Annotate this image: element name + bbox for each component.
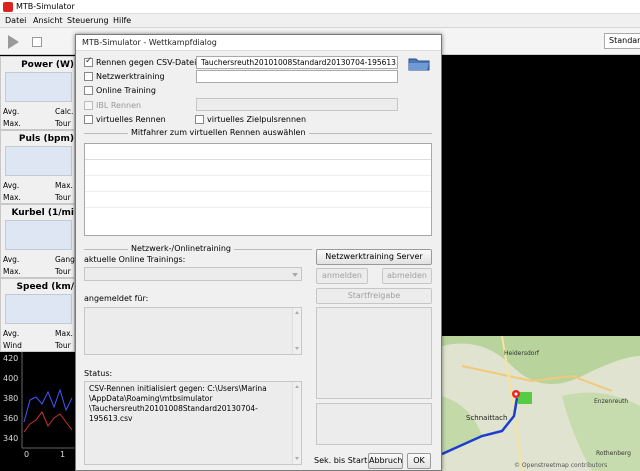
seconds-to-start-label: Sek. bis Start.. bbox=[314, 456, 373, 465]
app-icon bbox=[3, 2, 13, 12]
csv-race-label: Rennen gegen CSV-Datei bbox=[96, 58, 197, 67]
window-titlebar: MTB-Simulator bbox=[0, 0, 640, 14]
speed-label: Max. bbox=[55, 329, 73, 338]
crank-label: Max. bbox=[3, 267, 21, 276]
map-label: Schnaittach bbox=[466, 414, 508, 422]
power-title: Power (W) bbox=[21, 60, 74, 70]
opponents-list[interactable] bbox=[84, 143, 432, 236]
scrollbar[interactable] bbox=[292, 308, 301, 354]
power-label: Tour bbox=[55, 119, 71, 128]
status-line: CSV-Rennen initialisiert gegen: C:\Users… bbox=[89, 384, 267, 393]
ibl-race-label: IBL Rennen bbox=[96, 101, 142, 110]
live-graph: 420 400 380 360 340 0 1 bbox=[0, 352, 75, 471]
network-section-label: Netzwerk-/Onlinetraining bbox=[128, 244, 235, 253]
power-label: Max. bbox=[3, 119, 21, 128]
ok-button[interactable]: OK bbox=[407, 453, 431, 469]
opponents-section-label: Mitfahrer zum virtuellen Rennen auswähle… bbox=[128, 128, 309, 137]
pulse-label: Tour bbox=[55, 193, 71, 202]
speed-label: Avg. bbox=[3, 329, 20, 338]
ibl-race-checkbox[interactable] bbox=[84, 101, 93, 110]
pulse-value bbox=[5, 146, 72, 176]
folder-open-icon[interactable] bbox=[408, 56, 430, 71]
pulse-panel: Puls (bpm) Avg. Max. Max. Tour bbox=[0, 130, 75, 204]
chevron-down-icon bbox=[292, 273, 298, 277]
virtual-target-pulse-checkbox[interactable] bbox=[195, 115, 204, 124]
menu-ansicht[interactable]: Ansicht bbox=[33, 16, 63, 25]
crank-label: Avg. bbox=[3, 255, 20, 264]
crank-panel: Kurbel (1/mi Avg. Gang Max. Tour bbox=[0, 204, 75, 278]
status-label: Status: bbox=[84, 369, 113, 378]
status-line: \Tauchersreuth20101008Standard20130704-1… bbox=[89, 404, 258, 423]
map-label: Heidersdorf bbox=[504, 350, 540, 357]
registered-list[interactable] bbox=[84, 307, 302, 355]
menu-datei[interactable]: Datei bbox=[5, 16, 26, 25]
pulse-title: Puls (bpm) bbox=[18, 134, 74, 144]
profile-select[interactable]: Standard bbox=[604, 33, 640, 49]
map-attribution: © Openstreetmap contributors bbox=[514, 462, 608, 469]
csv-race-checkbox[interactable] bbox=[84, 56, 93, 67]
status-line: \AppData\Roaming\mtbsimulator bbox=[89, 394, 213, 403]
graph-lines bbox=[21, 352, 75, 449]
ibl-race-field[interactable] bbox=[196, 98, 398, 111]
stop-icon[interactable] bbox=[32, 37, 42, 47]
menu-steuerung[interactable]: Steuerung bbox=[67, 16, 109, 25]
start-info-panel bbox=[316, 307, 432, 399]
virtual-race-label: virtuelles Rennen bbox=[96, 115, 166, 124]
scrollbar[interactable] bbox=[292, 382, 301, 464]
map-label: Enzenreuth bbox=[594, 398, 629, 405]
speed-value bbox=[5, 294, 72, 324]
virtual-race-checkbox[interactable] bbox=[84, 115, 93, 124]
network-training-field[interactable] bbox=[196, 70, 398, 83]
start-release-button[interactable]: Startfreigabe bbox=[316, 288, 432, 304]
online-training-label: Online Training bbox=[96, 86, 156, 95]
speed-title: Speed (km/ bbox=[16, 282, 74, 292]
power-label: Avg. bbox=[3, 107, 20, 116]
unregister-button[interactable]: abmelden bbox=[382, 268, 432, 284]
csv-file-field[interactable]: Tauchersreuth20101008Standard20130704-19… bbox=[196, 56, 398, 69]
online-trainings-select[interactable] bbox=[84, 267, 302, 281]
crank-value bbox=[5, 220, 72, 250]
play-icon[interactable] bbox=[8, 35, 19, 49]
window-title: MTB-Simulator bbox=[16, 2, 75, 11]
speed-label: Tour bbox=[55, 341, 71, 350]
online-trainings-label: aktuelle Online Trainings: bbox=[84, 255, 186, 264]
dialog-title: MTB-Simulator - Wettkampfdialog bbox=[82, 38, 217, 47]
chevron-down-icon[interactable] bbox=[295, 457, 299, 460]
status-text: CSV-Rennen initialisiert gegen: C:\Users… bbox=[89, 384, 285, 424]
dialog-titlebar: MTB-Simulator - Wettkampfdialog bbox=[76, 35, 441, 51]
online-training-checkbox[interactable] bbox=[84, 86, 93, 95]
speed-label: Wind bbox=[3, 341, 22, 350]
power-label: Calc. bbox=[55, 107, 74, 116]
speed-panel: Speed (km/ Avg. Max. Wind Tour bbox=[0, 278, 75, 352]
countdown-panel bbox=[316, 403, 432, 445]
route-map[interactable]: Heidersdorf Schnaittach Enzenreuth Rothe… bbox=[442, 336, 640, 471]
network-training-label: Netzwerktraining bbox=[96, 72, 165, 81]
crank-title: Kurbel (1/mi bbox=[11, 208, 74, 218]
pulse-label: Avg. bbox=[3, 181, 20, 190]
virtual-target-pulse-label: virtuelles Zielpulsrennen bbox=[207, 115, 307, 124]
power-panel: Power (W) Avg. Calc. Max. Tour bbox=[0, 56, 75, 130]
chevron-up-icon[interactable] bbox=[295, 311, 299, 314]
chevron-up-icon[interactable] bbox=[295, 385, 299, 388]
crank-label: Gang bbox=[55, 255, 75, 264]
status-textarea[interactable]: CSV-Rennen initialisiert gegen: C:\Users… bbox=[84, 381, 302, 465]
network-server-button[interactable]: Netzwerktraining Server bbox=[316, 249, 432, 265]
crank-label: Tour bbox=[55, 267, 71, 276]
cancel-button[interactable]: Abbruch bbox=[368, 453, 403, 469]
menu-hilfe[interactable]: Hilfe bbox=[113, 16, 131, 25]
power-value bbox=[5, 72, 72, 102]
register-button[interactable]: anmelden bbox=[316, 268, 368, 284]
registered-label: angemeldet für: bbox=[84, 294, 149, 303]
chevron-down-icon[interactable] bbox=[295, 347, 299, 350]
menubar: Datei Ansicht Steuerung Hilfe bbox=[0, 14, 640, 28]
pulse-label: Max. bbox=[3, 193, 21, 202]
map-label: Rothenberg bbox=[596, 450, 631, 457]
competition-dialog: MTB-Simulator - Wettkampfdialog Rennen g… bbox=[75, 34, 442, 471]
network-training-checkbox[interactable] bbox=[84, 72, 93, 81]
pulse-label: Max. bbox=[55, 181, 73, 190]
video-area bbox=[442, 56, 640, 336]
